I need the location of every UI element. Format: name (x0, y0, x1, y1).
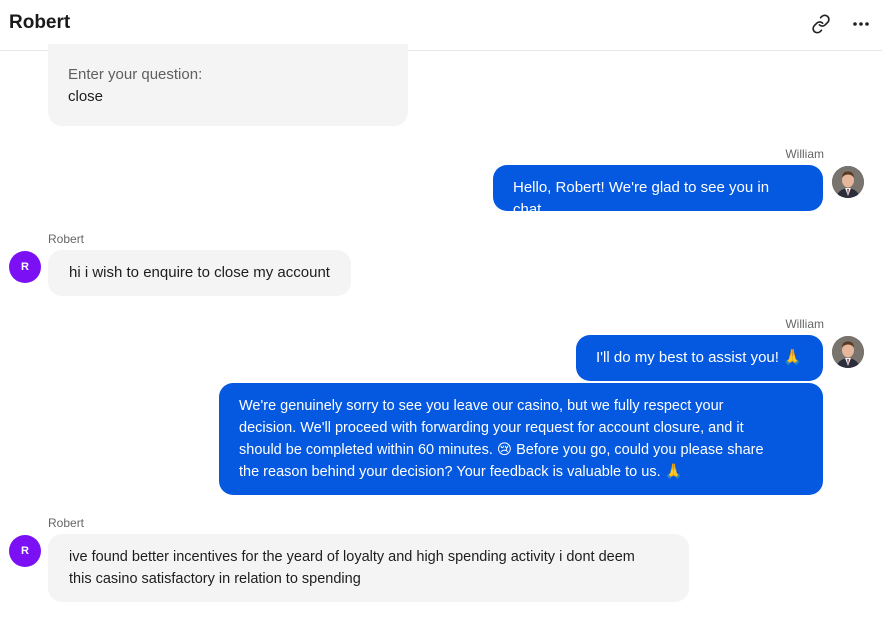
agent-avatar (832, 166, 864, 198)
message-line: this casino satisfactory in relation to … (69, 571, 361, 587)
message-bubble: Hello, Robert! We're glad to see you in … (493, 165, 823, 218)
message-line: should be completed within 60 minutes. 😢… (239, 442, 764, 458)
agent-avatar (832, 336, 864, 368)
question-answer: close (68, 88, 104, 105)
question-form-bubble: Enter your question: close (48, 44, 408, 126)
chat-title: Robert (9, 12, 71, 33)
message-line: the reason behind your decision? Your fe… (239, 464, 683, 480)
user-avatar: R (9, 251, 41, 283)
message-line: We're genuinely sorry to see you leave o… (239, 398, 724, 414)
message-bubble: We're genuinely sorry to see you leave o… (219, 383, 823, 495)
message-bubble: ive found better incentives for the year… (48, 534, 689, 602)
more-options-icon[interactable] (847, 10, 875, 38)
sender-name: Robert (48, 232, 85, 246)
message-line: ive found better incentives for the year… (69, 549, 635, 565)
message-bubble: hi i wish to enquire to close my account (48, 250, 351, 296)
user-avatar: R (9, 535, 41, 567)
sender-name: William (785, 317, 824, 331)
message-line: decision. We'll proceed with forwarding … (239, 420, 744, 436)
sender-name: William (785, 147, 824, 161)
message-bubble: I'll do my best to assist you! 🙏 (576, 335, 823, 381)
question-label: Enter your question: (68, 66, 203, 83)
link-icon[interactable] (807, 10, 835, 38)
message-text: I'll do my best to assist you! 🙏 (596, 349, 802, 366)
message-text: hi i wish to enquire to close my account (69, 264, 330, 281)
sender-name: Robert (48, 516, 85, 530)
message-text: Hello, Robert! We're glad to see you in … (513, 179, 770, 218)
